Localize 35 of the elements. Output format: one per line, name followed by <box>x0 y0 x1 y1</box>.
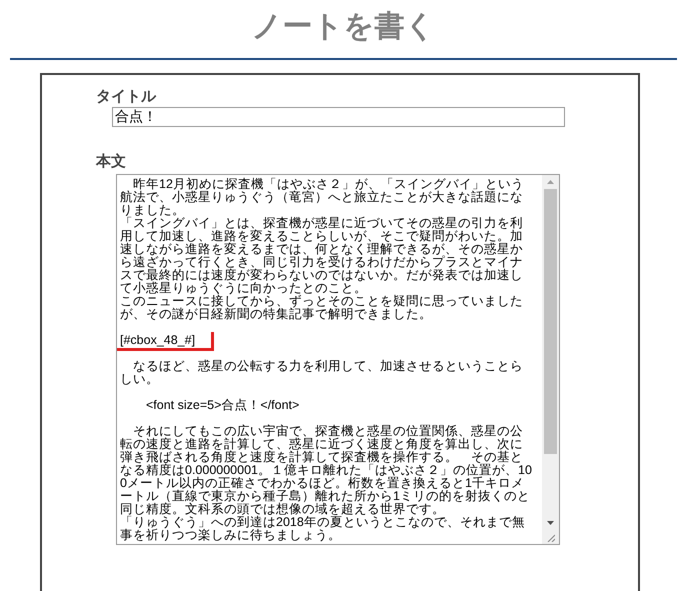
text-line: <font size=5>合点！</font> <box>145 399 300 412</box>
text-line: 転の速度と進路を計算して、惑星に近づく速度と角度を算出し、次に <box>120 438 523 451</box>
text-line: スで最終的には速度が変わらないのではないか。だが発表では加速し <box>120 269 523 282</box>
text-line: 「りゅうぐう」への到達は2018年の夏というとこなので、それまで無 <box>120 516 525 529</box>
scrollbar[interactable] <box>542 175 559 544</box>
text-line: 同じ精度。文科系の頭では想像の域を超える世界です。 <box>120 503 445 516</box>
text-line: が、その謎が日経新聞の特集記事で解明できました。 <box>120 308 432 321</box>
scroll-thumb[interactable] <box>544 189 557 454</box>
body-field[interactable] <box>116 174 560 545</box>
bracket-mark <box>211 332 214 348</box>
text-line: このニュースに接してから、ずっとそのことを疑問に思っていました <box>120 295 523 308</box>
text-line: なるほど、惑星の公転する力を利用して、加速させるということら <box>132 360 523 373</box>
text-line: りました。 <box>120 204 185 217</box>
body-label: 本文 <box>96 152 126 170</box>
text-line: なる精度は0.000000001。１億キロ離れた「はやぶさ２」の位置が、10 <box>120 464 532 477</box>
scroll-up-icon[interactable] <box>547 180 554 184</box>
scroll-down-icon[interactable] <box>547 521 554 525</box>
text-line: 航法で、小惑星りゅうぐう（竜宮）へと旅立たことが大きな話題にな <box>120 191 523 204</box>
text-line: 0メートル以内の正確さでわかるほど。桁数を置き換えると1千キロメ <box>120 477 524 490</box>
text-line: [#cbox_48_#] <box>120 334 196 347</box>
page-title: ノートを書く <box>250 8 436 46</box>
text-line: それにしてもこの広い宇宙で、探査機と惑星の位置関係、惑星の公 <box>132 425 523 438</box>
resize-grip-icon[interactable] <box>546 532 555 542</box>
text-line: 「スイングバイ」とは、探査機が惑星に近づいてその惑星の引力を利 <box>120 217 523 230</box>
text-line: ら遠ざかって行くとき、同じ引力を受けるわけだからプラスとマイナ <box>120 256 523 269</box>
title-label: タイトル <box>96 87 156 105</box>
title-field[interactable]: 合点！ <box>112 107 565 127</box>
text-line: ートル（直線で東京から種子島）離れた所から1ミリの的を射抜くのと <box>120 490 530 503</box>
text-line: しい。 <box>120 373 159 386</box>
text-line: 昨年12月初めに探査機「はやぶさ２」が、「スイングバイ」という <box>133 178 524 191</box>
text-line: 弾き飛ばされる角度と速度を計算して探査機を操作する。 その基と <box>120 451 523 464</box>
text-line: て小惑星りゅうぐうに向かったとのこと。 <box>120 282 367 295</box>
text-line: 速しながら進路を変えるまでは、何となく理解できるが、その惑星か <box>120 243 523 256</box>
text-line: 用して加速し、進路を変えることらしいが、そこで疑問がわいた。加 <box>120 230 523 243</box>
text-line: 事を祈りつつ楽しみに待ちましょう。 <box>120 529 341 542</box>
